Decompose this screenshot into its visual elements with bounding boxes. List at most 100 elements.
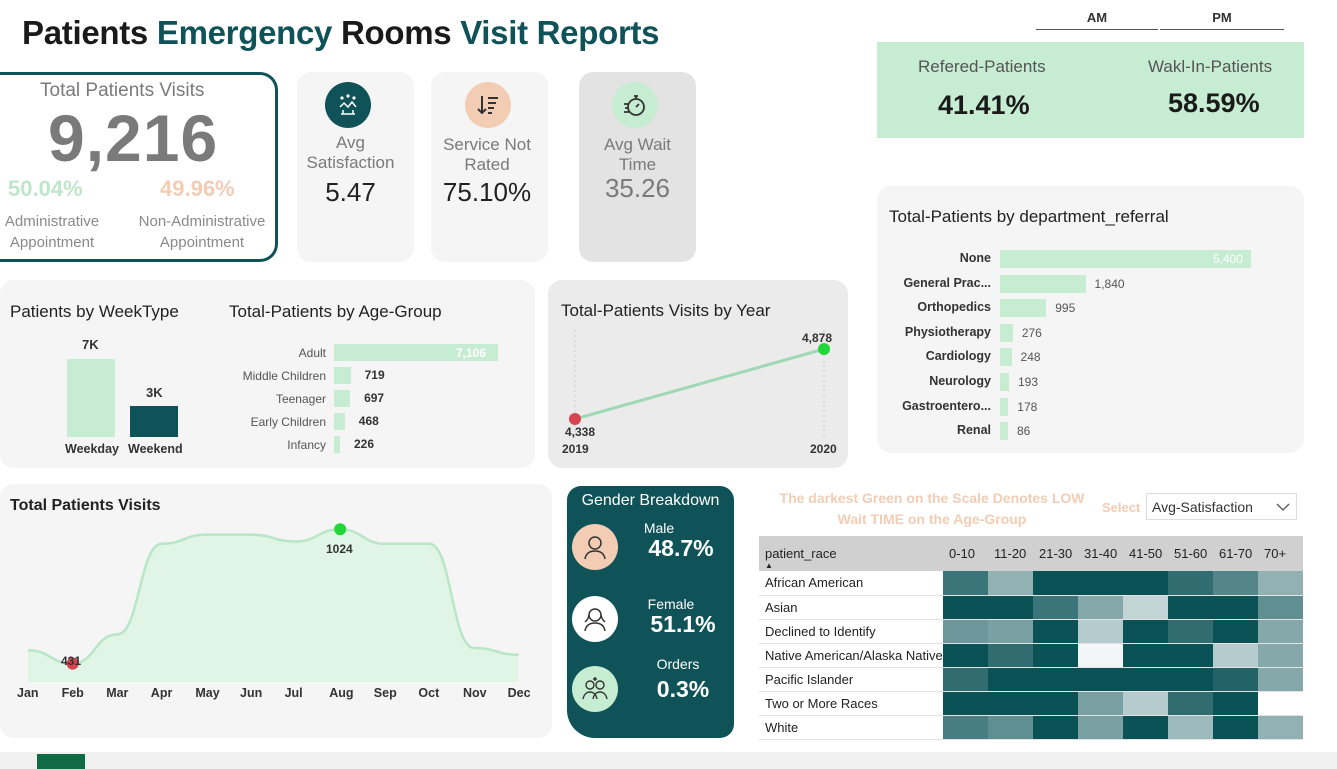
service-not-rated-label-line2: Rated xyxy=(464,155,510,174)
department-bar xyxy=(1000,299,1047,318)
heatmap-cell xyxy=(1258,571,1303,596)
heatmap-cell xyxy=(1213,619,1258,644)
heatmap-column-header: 21-30 xyxy=(1033,536,1078,571)
heatmap-cell xyxy=(1123,595,1168,620)
weekday-value: 7K xyxy=(82,337,99,352)
heatmap-cell xyxy=(1168,571,1213,596)
heatmap-cell xyxy=(1033,595,1078,620)
age-group-value: 7,106 xyxy=(456,346,487,360)
heatmap-row: Native American/Alaska Native xyxy=(759,643,1303,668)
heatmap-cell xyxy=(1168,619,1213,644)
heatmap-cell xyxy=(1078,595,1123,620)
heatmap-row-label: African American xyxy=(759,571,943,596)
am-shift-button[interactable]: AM xyxy=(1036,10,1158,30)
heatmap-cell xyxy=(1213,691,1258,716)
heatmap-row-label: Pacific Islander xyxy=(759,667,943,692)
department-label: Cardiology xyxy=(925,349,991,364)
month-label: Jun xyxy=(240,686,263,700)
age-group-label: Teenager xyxy=(275,392,326,406)
heatmap-row-header: patient_race ▲ xyxy=(759,536,943,571)
heatmap-cell xyxy=(1033,691,1078,716)
administrative-percent: 50.04% xyxy=(8,176,83,201)
heatmap-cell xyxy=(1033,715,1078,740)
total-visits-value: 9,216 xyxy=(48,101,219,175)
department-bar xyxy=(1000,323,1013,342)
heatmap-cell xyxy=(988,619,1033,644)
department-value: 86 xyxy=(1017,424,1031,439)
metric-select-value: Avg-Satisfaction xyxy=(1152,499,1253,515)
bottom-bar xyxy=(0,752,1337,769)
department-value: 248 xyxy=(1020,350,1041,365)
heatmap-cell xyxy=(1258,643,1303,668)
female-label: Female xyxy=(647,596,695,612)
department-label: Renal xyxy=(956,423,991,438)
referred-label: Refered-Patients xyxy=(918,57,1046,76)
heatmap-row: Pacific Islander xyxy=(759,667,1303,692)
heatmap-row: African American xyxy=(759,571,1303,596)
heatmap-header-row: patient_race ▲ 0-10 11-20 21-30 31-40 41-50 51-… xyxy=(759,536,1303,571)
heatmap-column-header: 0-10 xyxy=(943,536,988,571)
total-visits-label: Total Patients Visits xyxy=(40,80,205,101)
title-word-rooms: Rooms xyxy=(340,14,452,51)
heatmap-cell xyxy=(988,643,1033,668)
department-value: 995 xyxy=(1055,301,1076,316)
heatmap-cell xyxy=(1258,619,1303,644)
heatmap-cell xyxy=(1078,571,1123,596)
service-not-rated-value: 75.10% xyxy=(442,177,532,207)
avg-wait-time-value: 35.26 xyxy=(604,173,671,203)
heatmap-cell xyxy=(1033,643,1078,668)
department-label: Physiotherapy xyxy=(904,324,991,339)
year-2020-label: 2020 xyxy=(810,442,837,456)
heatmap-column-header: 31-40 xyxy=(1078,536,1123,571)
month-label: Jan xyxy=(17,686,39,700)
avg-wait-time-label: Avg Wait Time xyxy=(579,135,696,175)
female-avatar-icon xyxy=(572,596,618,642)
age-group-bar xyxy=(334,413,345,430)
department-label: Gastroentero... xyxy=(902,398,991,413)
heatmap-cell xyxy=(1213,595,1258,620)
walkin-value: 58.59% xyxy=(1168,88,1260,118)
male-label: Male xyxy=(643,520,675,536)
heatmap-cell xyxy=(1078,667,1123,692)
title-word-emergency: Emergency xyxy=(156,14,333,51)
year-2019-point xyxy=(569,413,581,425)
heatmap-cell xyxy=(1123,667,1168,692)
heatmap-cell xyxy=(1123,691,1168,716)
heatmap-row-label: Two or More Races xyxy=(759,691,943,716)
heatmap-cell xyxy=(943,667,988,692)
service-not-rated-label: Service Not Rated xyxy=(431,135,543,175)
pm-shift-button[interactable]: PM xyxy=(1160,10,1284,30)
age-group-bar xyxy=(334,390,351,407)
page-tab[interactable] xyxy=(37,754,85,769)
month-label: Apr xyxy=(150,686,173,700)
page-title: Patients Emergency Rooms Visit Reports xyxy=(22,14,660,52)
department-label: Orthopedics xyxy=(917,300,991,315)
month-label: May xyxy=(195,686,220,700)
age-group-value: 468 xyxy=(358,414,379,428)
avg-satisfaction-label-line2: Satisfaction xyxy=(306,153,395,172)
heatmap-cell xyxy=(1033,667,1078,692)
heatmap-cell xyxy=(1213,667,1258,692)
non-administrative-label: Non-Administrative Appointment xyxy=(132,211,272,253)
heatmap-cell xyxy=(1213,715,1258,740)
heatmap-cell xyxy=(988,667,1033,692)
age-group-label: Early Children xyxy=(250,415,326,429)
age-group-value: 697 xyxy=(364,391,385,405)
title-word-patients: Patients xyxy=(22,14,148,51)
heatmap-row-label: White xyxy=(759,715,943,740)
heatmap-cell xyxy=(943,571,988,596)
heatmap-row-label: Declined to Identify xyxy=(759,619,943,644)
avg-satisfaction-value: 5.47 xyxy=(325,177,376,207)
heatmap-cell xyxy=(1123,715,1168,740)
heatmap-row: Declined to Identify xyxy=(759,619,1303,644)
metric-select-dropdown[interactable]: Avg-Satisfaction xyxy=(1146,493,1297,520)
heatmap-cell xyxy=(1258,715,1303,740)
sort-ascending-icon: ▲ xyxy=(765,561,773,570)
department-label: General Prac... xyxy=(903,275,991,290)
department-value: 5,400 xyxy=(1213,252,1244,266)
heatmap-column-header: 11-20 xyxy=(988,536,1033,571)
heatmap-row-label: Asian xyxy=(759,595,943,620)
rating-stars-icon xyxy=(325,82,371,128)
non-administrative-label-line1: Non-Administrative xyxy=(138,213,266,230)
male-value: 48.7% xyxy=(648,535,714,561)
